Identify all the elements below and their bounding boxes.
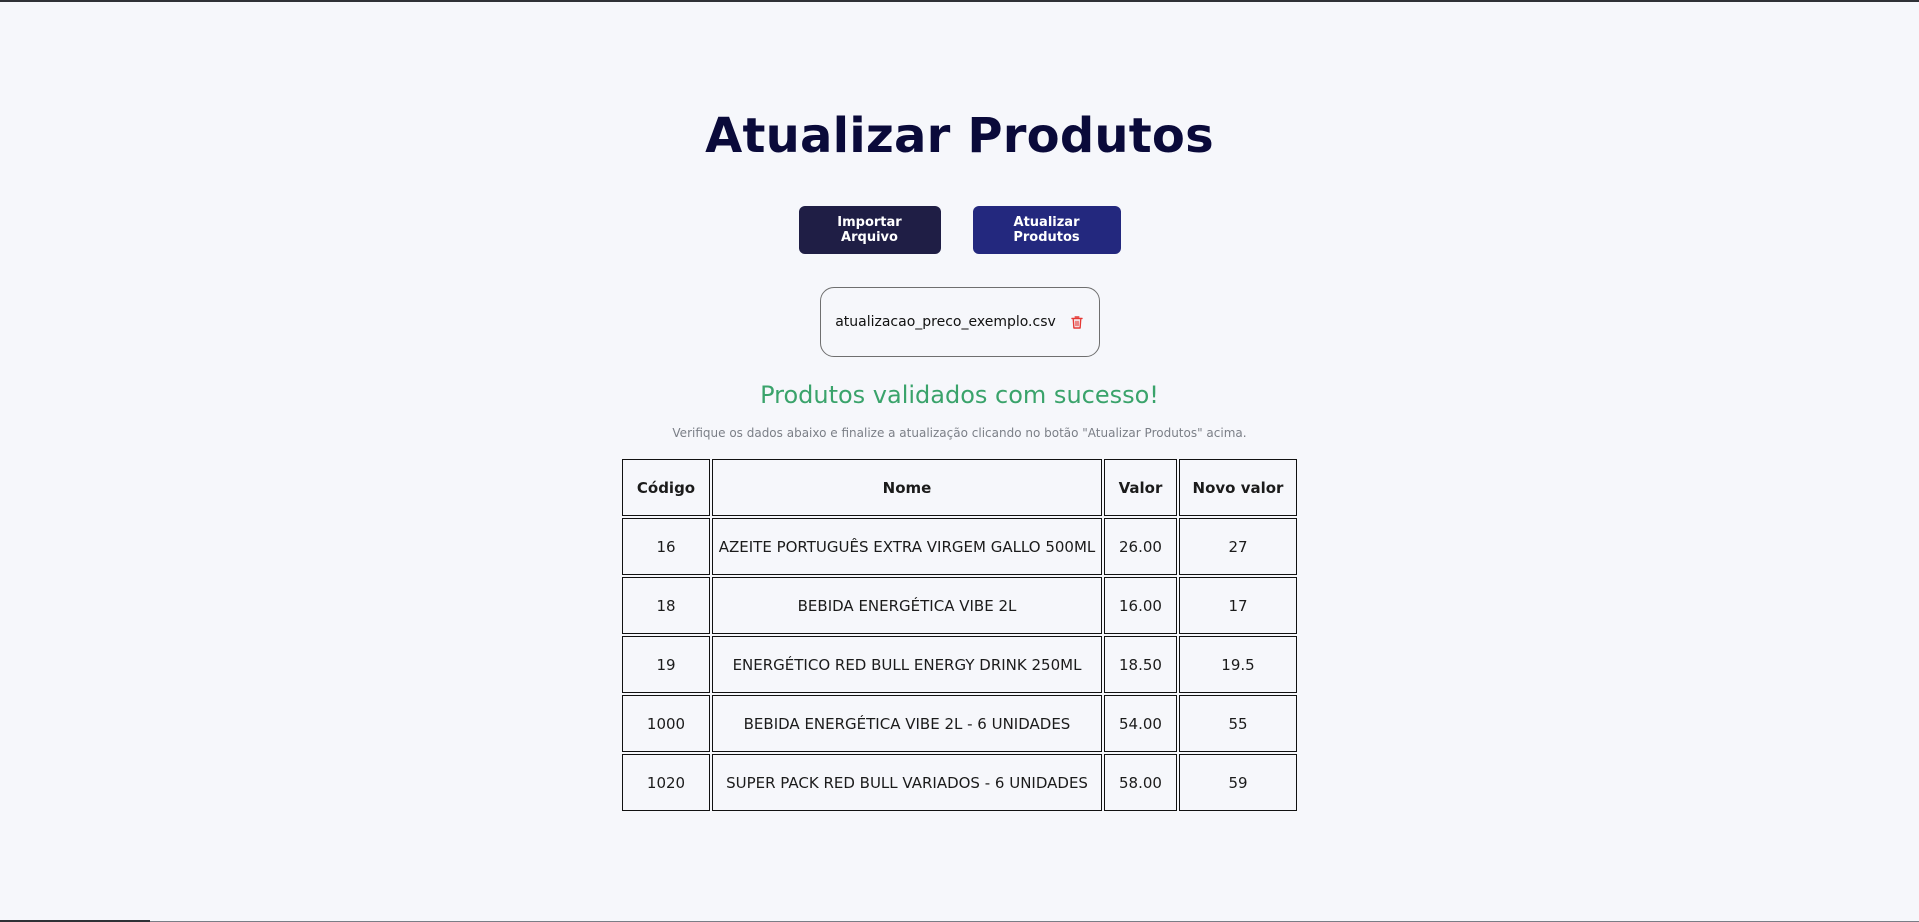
trash-icon[interactable]: [1070, 315, 1084, 329]
cell-novo-valor: 17: [1179, 577, 1297, 634]
cell-valor: 26.00: [1104, 518, 1177, 575]
products-table: Código Nome Valor Novo valor 16 AZEITE P…: [620, 457, 1299, 813]
action-buttons: Importar Arquivo Atualizar Produtos: [798, 206, 1121, 254]
table-row: 1020 SUPER PACK RED BULL VARIADOS - 6 UN…: [622, 754, 1297, 811]
column-header-nome: Nome: [712, 459, 1102, 516]
cell-novo-valor: 27: [1179, 518, 1297, 575]
cell-valor: 54.00: [1104, 695, 1177, 752]
cell-codigo: 1020: [622, 754, 710, 811]
verification-hint: Verifique os dados abaixo e finalize a a…: [672, 426, 1247, 440]
success-message: Produtos validados com sucesso!: [760, 381, 1159, 409]
cell-valor: 16.00: [1104, 577, 1177, 634]
cell-nome: ENERGÉTICO RED BULL ENERGY DRINK 250ML: [712, 636, 1102, 693]
selected-file-chip: atualizacao_preco_exemplo.csv: [819, 287, 1100, 357]
import-file-button[interactable]: Importar Arquivo: [798, 206, 941, 254]
cell-novo-valor: 55: [1179, 695, 1297, 752]
cell-codigo: 1000: [622, 695, 710, 752]
table-row: 18 BEBIDA ENERGÉTICA VIBE 2L 16.00 17: [622, 577, 1297, 634]
update-products-page: Atualizar Produtos Importar Arquivo Atua…: [0, 0, 1919, 813]
cell-codigo: 18: [622, 577, 710, 634]
cell-nome: SUPER PACK RED BULL VARIADOS - 6 UNIDADE…: [712, 754, 1102, 811]
cell-nome: BEBIDA ENERGÉTICA VIBE 2L - 6 UNIDADES: [712, 695, 1102, 752]
cell-nome: BEBIDA ENERGÉTICA VIBE 2L: [712, 577, 1102, 634]
table-row: 19 ENERGÉTICO RED BULL ENERGY DRINK 250M…: [622, 636, 1297, 693]
update-products-button[interactable]: Atualizar Produtos: [972, 206, 1121, 254]
table-row: 16 AZEITE PORTUGUÊS EXTRA VIRGEM GALLO 5…: [622, 518, 1297, 575]
cell-novo-valor: 59: [1179, 754, 1297, 811]
page-title: Atualizar Produtos: [705, 108, 1214, 164]
column-header-codigo: Código: [622, 459, 710, 516]
cell-nome: AZEITE PORTUGUÊS EXTRA VIRGEM GALLO 500M…: [712, 518, 1102, 575]
top-border: [0, 0, 1919, 2]
cell-codigo: 19: [622, 636, 710, 693]
column-header-novo-valor: Novo valor: [1179, 459, 1297, 516]
cell-valor: 18.50: [1104, 636, 1177, 693]
table-row: 1000 BEBIDA ENERGÉTICA VIBE 2L - 6 UNIDA…: [622, 695, 1297, 752]
file-name: atualizacao_preco_exemplo.csv: [835, 314, 1056, 330]
cell-codigo: 16: [622, 518, 710, 575]
cell-valor: 58.00: [1104, 754, 1177, 811]
cell-novo-valor: 19.5: [1179, 636, 1297, 693]
table-header-row: Código Nome Valor Novo valor: [622, 459, 1297, 516]
column-header-valor: Valor: [1104, 459, 1177, 516]
